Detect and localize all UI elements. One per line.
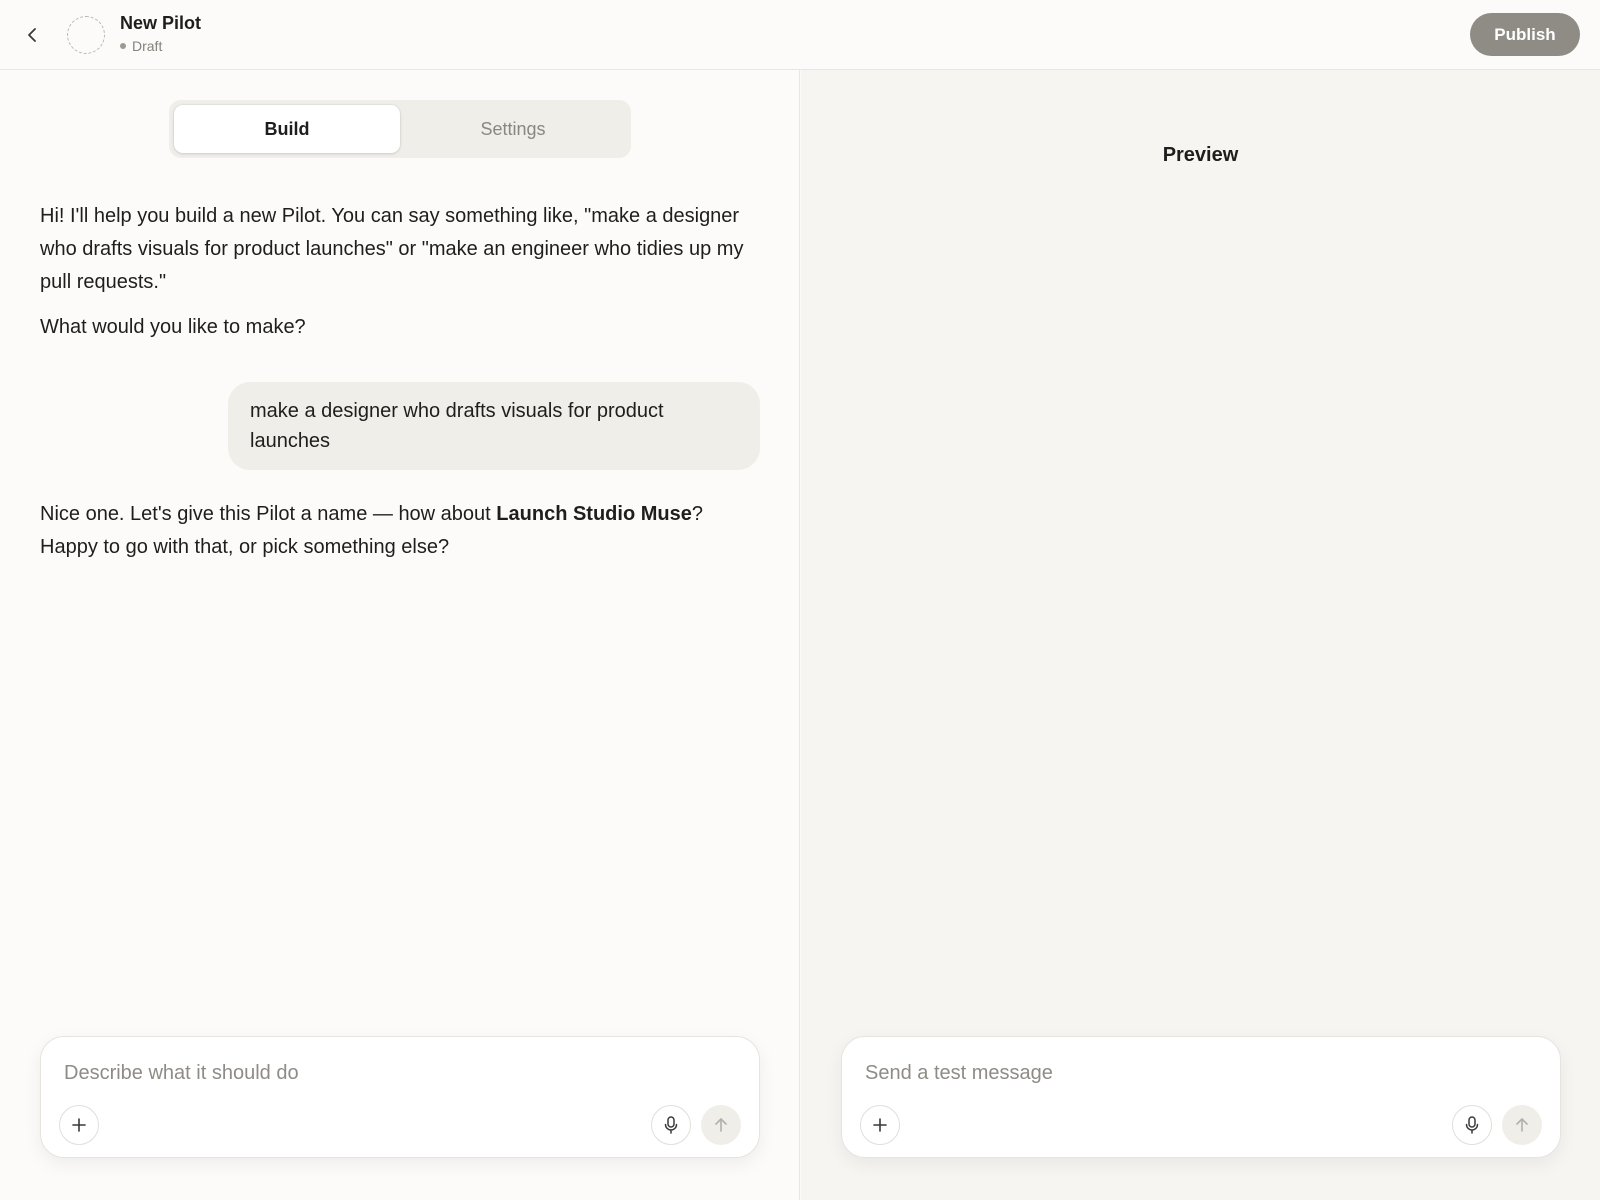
status-dot-icon: [120, 43, 126, 49]
microphone-icon: [664, 1116, 678, 1134]
assistant-reply-text: Nice one. Let's give this Pilot a name —…: [40, 498, 760, 564]
pilot-title: New Pilot: [120, 13, 202, 33]
test-message-input[interactable]: [865, 1057, 1505, 1089]
describe-input[interactable]: [64, 1057, 704, 1089]
voice-input-button[interactable]: [651, 1105, 691, 1145]
conversation: Hi! I'll help you build a new Pilot. You…: [40, 200, 760, 564]
attach-button[interactable]: [59, 1105, 99, 1145]
suggested-pilot-name: Launch Studio Muse: [496, 503, 692, 525]
tab-build[interactable]: Build: [174, 105, 400, 153]
build-composer: [40, 1036, 760, 1158]
assistant-question-text: What would you like to make?: [40, 316, 306, 338]
chevron-left-icon: [28, 28, 36, 42]
publish-button[interactable]: Publish: [1470, 13, 1580, 56]
send-button[interactable]: [701, 1105, 741, 1145]
assistant-reply-prefix: Nice one. Let's give this Pilot a name —…: [40, 503, 497, 525]
assistant-message: Nice one. Let's give this Pilot a name —…: [40, 498, 760, 564]
tab-switcher: Build Settings: [169, 100, 631, 158]
microphone-icon: [1465, 1116, 1479, 1134]
arrow-up-icon: [1516, 1118, 1528, 1132]
preview-composer: [841, 1036, 1561, 1158]
assistant-intro-text: Hi! I'll help you build a new Pilot. You…: [40, 205, 744, 293]
plus-icon: [72, 1118, 86, 1132]
tab-settings[interactable]: Settings: [400, 105, 626, 153]
status-row: Draft: [120, 38, 201, 54]
title-block: New Pilot Draft: [120, 12, 201, 54]
user-message-bubble: make a designer who drafts visuals for p…: [228, 382, 760, 470]
send-button[interactable]: [1502, 1105, 1542, 1145]
arrow-up-icon: [715, 1118, 727, 1132]
preview-title: Preview: [1162, 144, 1239, 166]
status-badge: Draft: [132, 38, 163, 54]
top-bar: New Pilot Draft Publish: [0, 0, 1600, 70]
assistant-message: Hi! I'll help you build a new Pilot. You…: [40, 200, 760, 344]
pilot-avatar-placeholder[interactable]: [67, 16, 105, 54]
plus-icon: [873, 1118, 887, 1132]
preview-pane: Preview: [801, 70, 1600, 1200]
build-pane: Build Settings Hi! I'll help you build a…: [0, 70, 800, 1200]
back-button[interactable]: [20, 22, 46, 48]
attach-button[interactable]: [860, 1105, 900, 1145]
voice-input-button[interactable]: [1452, 1105, 1492, 1145]
